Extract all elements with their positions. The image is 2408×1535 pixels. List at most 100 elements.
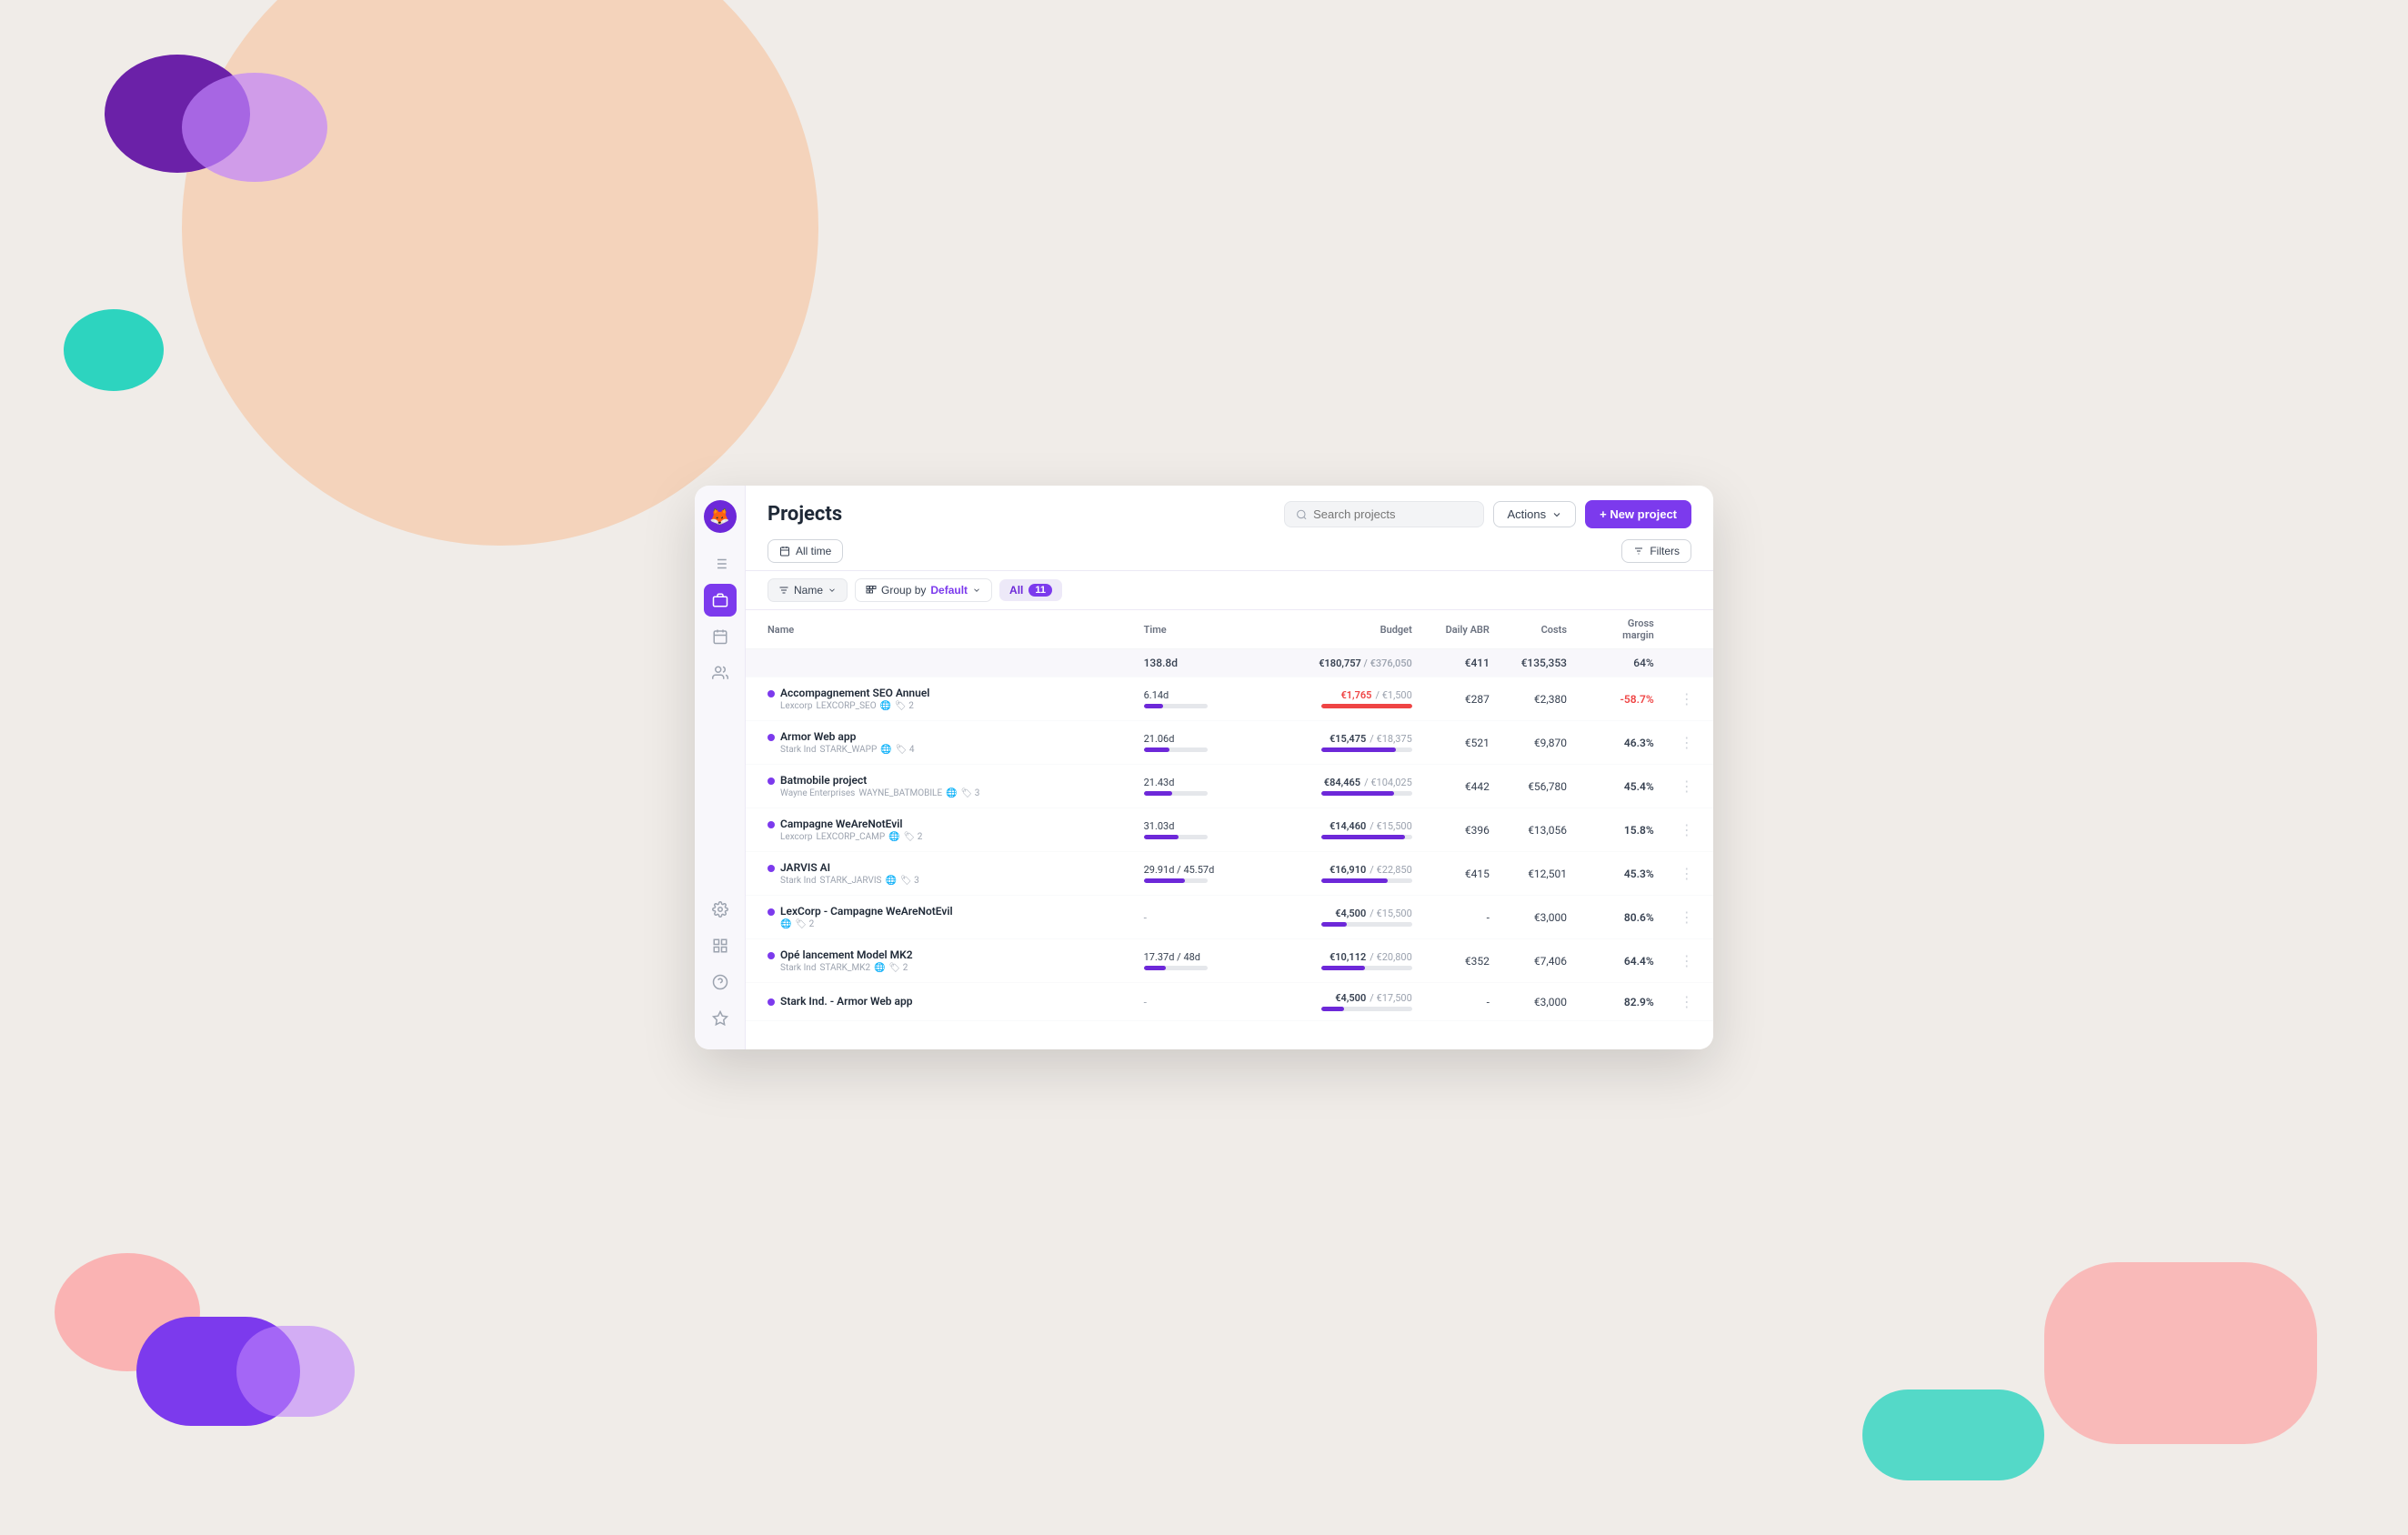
sidebar-item-help[interactable] [704,966,737,998]
col-name: Name [746,610,1133,649]
main-content: Projects Actions + New project [746,486,1713,1049]
projects-table: Name Time Budget Daily ABR Costs Grossma… [746,610,1713,1021]
row-menu-button[interactable]: ⋮ [1676,776,1698,797]
table-row: Accompagnement SEO Annuel Lexcorp LEXCOR… [746,677,1713,721]
sidebar-item-projects[interactable] [704,584,737,617]
row-menu-button[interactable]: ⋮ [1676,688,1698,709]
table-header-row: Name Time Budget Daily ABR Costs Grossma… [746,610,1713,649]
row-menu-button[interactable]: ⋮ [1676,863,1698,884]
project-time: 31.03d [1133,808,1249,852]
chevron-down-icon [1551,509,1562,520]
actions-button[interactable]: Actions [1493,501,1576,527]
bg-blob-purple-top [105,55,250,173]
project-daily-abr: €442 [1423,765,1500,808]
group-by-button[interactable]: Group by Default [855,578,992,602]
project-costs: €3,000 [1500,896,1578,939]
row-menu-button[interactable]: ⋮ [1676,907,1698,928]
sort-icon [778,585,789,596]
sidebar-item-list[interactable] [704,547,737,580]
search-icon [1296,508,1308,521]
project-daily-abr: - [1423,983,1500,1021]
filters-button[interactable]: Filters [1621,539,1691,563]
table-row: Batmobile project Wayne Enterprises WAYN… [746,765,1713,808]
header-filters-row: All time Filters [768,539,1691,570]
project-gross-margin: -58.7% [1578,677,1665,721]
project-daily-abr: €521 [1423,721,1500,765]
tab-all-button[interactable]: All 11 [999,579,1062,601]
filter-icon [1633,546,1644,557]
row-menu-button[interactable]: ⋮ [1676,819,1698,840]
project-gross-margin: 80.6% [1578,896,1665,939]
sidebar-item-calendar[interactable] [704,620,737,653]
row-menu-button[interactable]: ⋮ [1676,732,1698,753]
project-budget: €10,112 / €20,800 [1249,939,1423,983]
project-costs: €12,501 [1500,852,1578,896]
new-project-button[interactable]: + New project [1585,500,1691,528]
summary-time: 138.8d [1133,649,1249,677]
bg-blob-teal-bottom [1862,1390,2044,1480]
bg-blob-purple-bottom [136,1317,300,1426]
summary-row: 138.8d €180,757 / €376,050 €411 €135,353… [746,649,1713,677]
bg-blob-peach [182,0,818,546]
project-budget: €4,500 / €15,500 [1249,896,1423,939]
summary-costs: €135,353 [1500,649,1578,677]
bg-blob-peach-right [2044,1262,2317,1444]
group-by-value: Default [930,584,968,597]
project-time: 6.14d [1133,677,1249,721]
main-window: 🦊 [695,486,1713,1049]
table-row: LexCorp - Campagne WeAreNotEvil 🌐 🏷 2 - … [746,896,1713,939]
project-budget: €1,765 / €1,500 [1249,677,1423,721]
project-costs: €2,380 [1500,677,1578,721]
sidebar-item-grid[interactable] [704,929,737,962]
page-title: Projects [768,503,842,526]
row-menu-button[interactable]: ⋮ [1676,950,1698,971]
col-gross-margin: Grossmargin [1578,610,1665,649]
search-box[interactable] [1284,501,1484,527]
group-by-label: Group by [881,584,926,597]
summary-daily-abr: €411 [1423,649,1500,677]
project-gross-margin: 45.4% [1578,765,1665,808]
project-budget: €14,460 / €15,500 [1249,808,1423,852]
project-gross-margin: 45.3% [1578,852,1665,896]
table-row: Stark Ind. - Armor Web app - €4,500 / €1… [746,983,1713,1021]
project-time: 21.06d [1133,721,1249,765]
sidebar-item-sparkle[interactable] [704,1002,737,1035]
row-menu-button[interactable]: ⋮ [1676,991,1698,1012]
project-time: 17.37d / 48d [1133,939,1249,983]
group-icon [866,585,877,596]
header-actions: Actions + New project [1284,500,1691,528]
bg-blob-teal-left [64,309,164,391]
project-daily-abr: - [1423,896,1500,939]
chevron-down-icon-group [972,586,981,595]
project-time: - [1133,983,1249,1021]
project-time: 29.91d / 45.57d [1133,852,1249,896]
project-costs: €56,780 [1500,765,1578,808]
table-container[interactable]: Name Time Budget Daily ABR Costs Grossma… [746,610,1713,1049]
project-costs: €3,000 [1500,983,1578,1021]
col-budget: Budget [1249,610,1423,649]
sidebar-item-team[interactable] [704,657,737,689]
calendar-icon [779,546,790,557]
col-costs: Costs [1500,610,1578,649]
sort-button[interactable]: Name [768,578,848,602]
table-row: JARVIS AI Stark Ind STARK_JARVIS 🌐 🏷 3 2… [746,852,1713,896]
toolbar: Name Group by Default All 11 [746,571,1713,610]
all-time-button[interactable]: All time [768,539,843,563]
project-costs: €13,056 [1500,808,1578,852]
search-input[interactable] [1313,507,1472,521]
sidebar: 🦊 [695,486,746,1049]
project-gross-margin: 64.4% [1578,939,1665,983]
project-time: 21.43d [1133,765,1249,808]
col-daily-abr: Daily ABR [1423,610,1500,649]
chevron-down-icon-sort [828,586,837,595]
header-top: Projects Actions + New project [768,500,1691,528]
summary-budget: €180,757 / €376,050 [1249,649,1423,677]
sidebar-item-settings[interactable] [704,893,737,926]
project-budget: €15,475 / €18,375 [1249,721,1423,765]
project-daily-abr: €396 [1423,808,1500,852]
project-daily-abr: €415 [1423,852,1500,896]
project-budget: €84,465 / €104,025 [1249,765,1423,808]
avatar[interactable]: 🦊 [704,500,737,533]
project-budget: €4,500 / €17,500 [1249,983,1423,1021]
project-daily-abr: €352 [1423,939,1500,983]
